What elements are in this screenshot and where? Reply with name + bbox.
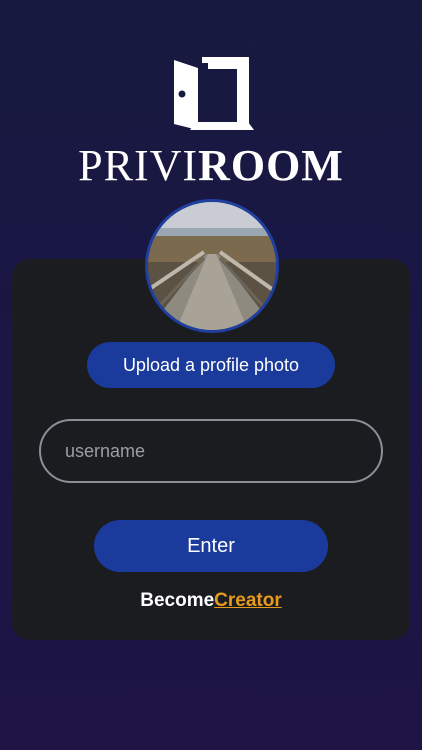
creator-link[interactable]: Creator <box>214 590 282 611</box>
wordmark-light: PRIVI <box>78 141 199 190</box>
become-creator-row: BecomeCreator <box>0 590 422 612</box>
become-prefix: Become <box>140 590 215 611</box>
username-input[interactable] <box>39 419 383 483</box>
app-wordmark: PRIVIROOM <box>0 140 422 192</box>
avatar[interactable] <box>145 199 279 333</box>
wordmark-bold: ROOM <box>198 141 344 190</box>
door-icon <box>174 57 254 130</box>
enter-button[interactable]: Enter <box>94 520 328 572</box>
upload-photo-button[interactable]: Upload a profile photo <box>87 342 335 388</box>
avatar-photo <box>148 202 276 330</box>
